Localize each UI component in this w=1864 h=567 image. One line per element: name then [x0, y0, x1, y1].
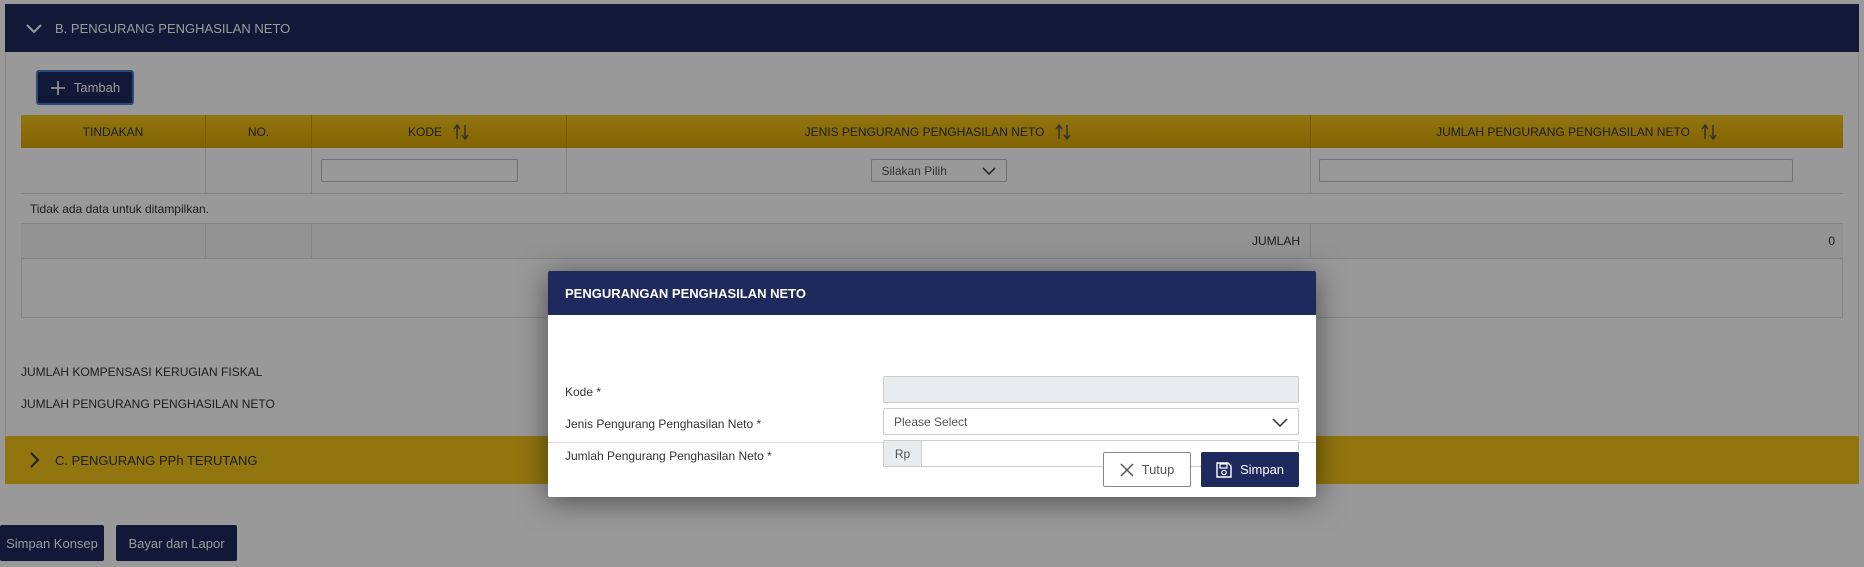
chevron-down-icon: [1272, 417, 1288, 427]
close-button[interactable]: Tutup: [1103, 452, 1191, 487]
close-icon: [1120, 462, 1134, 477]
jenis-label: Jenis Pengurang Penghasilan Neto *: [565, 417, 762, 431]
save-button[interactable]: Simpan: [1201, 452, 1299, 487]
deduction-modal: PENGURANGAN PENGHASILAN NETO Kode * Jeni…: [548, 271, 1316, 497]
save-icon: [1216, 461, 1232, 478]
kode-input: [883, 376, 1299, 403]
kode-label: Kode *: [565, 385, 602, 399]
modal-title: PENGURANGAN PENGHASILAN NETO: [548, 271, 1316, 315]
modal-footer: Tutup Simpan: [548, 443, 1316, 497]
modal-body: Kode * Jenis Pengurang Penghasilan Neto …: [548, 315, 1316, 467]
jenis-select[interactable]: Please Select: [883, 408, 1299, 435]
